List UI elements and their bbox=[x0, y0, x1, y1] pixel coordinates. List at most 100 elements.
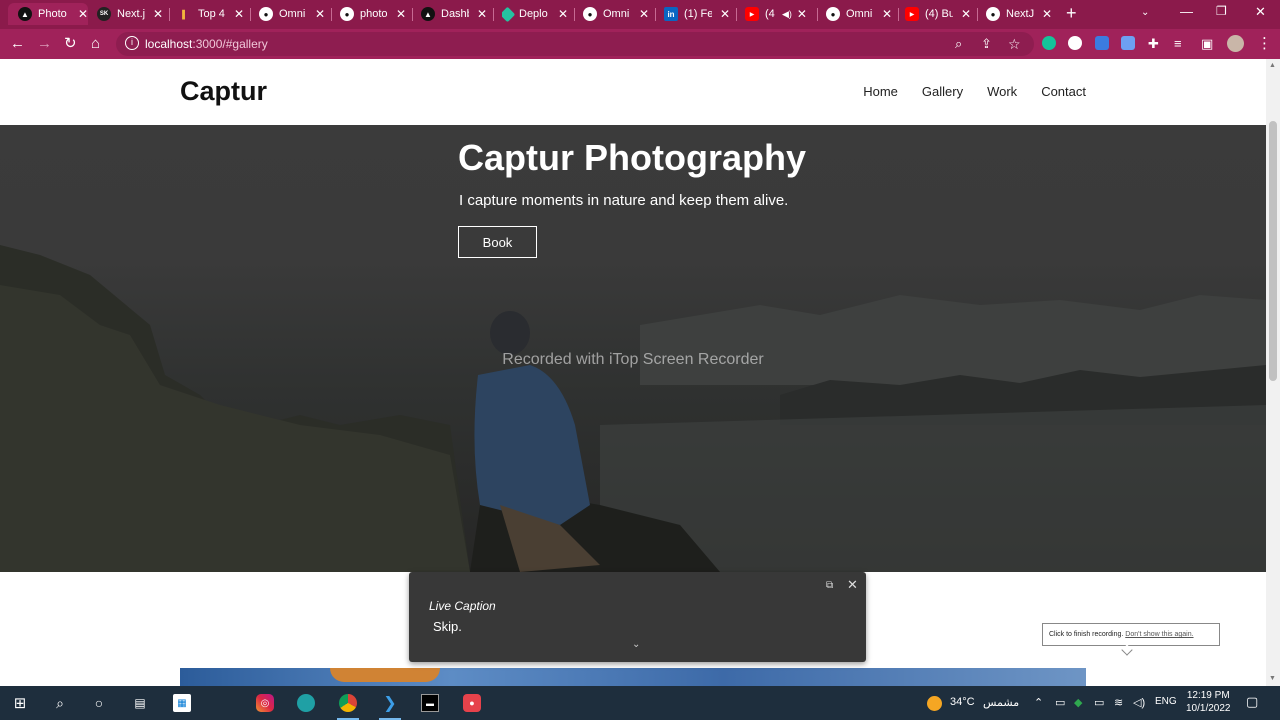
menu-icon[interactable]: ⋮ bbox=[1257, 35, 1272, 53]
chrome-icon[interactable] bbox=[339, 694, 357, 712]
close-tab-icon[interactable]: ✕ bbox=[396, 7, 406, 21]
live-caption-text: Skip. bbox=[433, 619, 462, 634]
book-button[interactable]: Book bbox=[458, 226, 537, 258]
minimize-button[interactable]: — bbox=[1180, 4, 1193, 19]
tab-separator bbox=[412, 8, 413, 21]
reading-list-icon[interactable]: ≡ bbox=[1174, 35, 1182, 53]
close-tab-icon[interactable]: ✕ bbox=[797, 7, 807, 21]
scrollbar-thumb[interactable] bbox=[1269, 121, 1277, 381]
site-navbar: Captur Home Gallery Work Contact bbox=[0, 59, 1266, 125]
avatar[interactable] bbox=[1227, 35, 1244, 52]
bookmark-star-icon[interactable]: ☆ bbox=[1008, 35, 1021, 53]
close-tab-icon[interactable]: ✕ bbox=[477, 7, 487, 21]
back-icon[interactable]: ← bbox=[10, 35, 25, 53]
close-tab-icon[interactable]: ✕ bbox=[315, 7, 325, 21]
vercel-icon: ▲ bbox=[421, 7, 435, 21]
browser-tab[interactable]: ▲ Photo ✕ bbox=[8, 3, 88, 25]
popout-icon[interactable]: ⧉ bbox=[826, 580, 833, 591]
scroll-down-icon[interactable]: ▼ bbox=[1269, 675, 1276, 682]
tray-icon[interactable]: ▭ bbox=[1094, 696, 1104, 709]
close-tab-icon[interactable]: ✕ bbox=[78, 7, 88, 21]
scroll-up-icon[interactable]: ▲ bbox=[1269, 62, 1276, 69]
nav-link-gallery[interactable]: Gallery bbox=[922, 84, 963, 99]
close-tab-icon[interactable]: ✕ bbox=[882, 7, 892, 21]
zoom-icon[interactable]: ⌕ bbox=[955, 35, 962, 53]
nav-link-home[interactable]: Home bbox=[863, 84, 898, 99]
side-panel-icon[interactable]: ▣ bbox=[1201, 35, 1213, 53]
notifications-icon[interactable]: ▢ bbox=[1246, 694, 1258, 710]
tab-separator bbox=[977, 8, 978, 21]
chevron-down-icon[interactable]: ⌄ bbox=[632, 639, 640, 650]
store-icon[interactable]: ▦ bbox=[173, 694, 191, 712]
browser-tab[interactable]: Deplo ✕ bbox=[502, 3, 568, 25]
weather-temperature[interactable]: 34°C bbox=[950, 696, 975, 708]
screen-recorder-icon[interactable]: ● bbox=[463, 694, 481, 712]
address-bar[interactable]: i localhost:3000/#gallery bbox=[116, 32, 1034, 56]
share-icon[interactable]: ⇪ bbox=[981, 35, 992, 53]
search-icon[interactable]: ⌕ bbox=[51, 694, 69, 712]
close-tab-icon[interactable]: ✕ bbox=[153, 7, 163, 21]
chevron-up-icon[interactable]: ⌃ bbox=[1034, 696, 1043, 709]
instagram-icon[interactable]: ◎ bbox=[256, 694, 274, 712]
close-icon[interactable]: ✕ bbox=[847, 577, 858, 593]
close-tab-icon[interactable]: ✕ bbox=[720, 7, 730, 21]
close-tab-icon[interactable]: ✕ bbox=[1042, 7, 1052, 21]
task-view-icon[interactable]: ▤ bbox=[131, 694, 149, 712]
tab-separator bbox=[250, 8, 251, 21]
close-tab-icon[interactable]: ✕ bbox=[961, 7, 971, 21]
home-icon[interactable]: ⌂ bbox=[91, 35, 100, 53]
vscode-icon[interactable]: ❯ bbox=[381, 694, 399, 712]
dont-show-again-link[interactable]: Don't show this again. bbox=[1125, 631, 1193, 638]
hero-section: Captur Photography I capture moments in … bbox=[0, 125, 1266, 572]
extension-icon[interactable] bbox=[1068, 36, 1082, 50]
page-scrollbar[interactable]: ▲ ▼ bbox=[1266, 59, 1280, 686]
gallery-image[interactable] bbox=[180, 668, 1086, 686]
reload-icon[interactable]: ↻ bbox=[64, 35, 77, 53]
new-tab-button[interactable]: + bbox=[1066, 4, 1077, 22]
browser-tab[interactable]: ● Omni ✕ bbox=[826, 3, 892, 25]
puzzle-icon[interactable]: ✚ bbox=[1148, 35, 1159, 53]
network-icon[interactable]: ≋ bbox=[1114, 696, 1123, 709]
edge-icon[interactable] bbox=[297, 694, 315, 712]
language-indicator[interactable]: ENG bbox=[1155, 696, 1177, 707]
browser-tab[interactable]: ▶ (4 ◀) ✕ bbox=[745, 3, 811, 25]
close-tab-icon[interactable]: ✕ bbox=[234, 7, 244, 21]
tray-app-icon[interactable]: ◆ bbox=[1074, 696, 1082, 709]
browser-tab[interactable]: in (1) Fe ✕ bbox=[664, 3, 730, 25]
extension-icon[interactable] bbox=[1095, 36, 1109, 50]
tab-separator bbox=[655, 8, 656, 21]
browser-tab[interactable]: ▶ (4) Bu ✕ bbox=[905, 3, 971, 25]
sk-icon: SK bbox=[97, 7, 111, 21]
weather-description[interactable]: مشمس bbox=[983, 696, 1019, 709]
close-window-button[interactable]: ✕ bbox=[1255, 4, 1266, 20]
close-tab-icon[interactable]: ✕ bbox=[639, 7, 649, 21]
speaker-icon[interactable]: ◀) bbox=[782, 9, 792, 20]
live-caption-panel: ⧉ ✕ Live Caption Skip. ⌄ bbox=[409, 572, 866, 662]
site-logo[interactable]: Captur bbox=[180, 76, 267, 107]
nav-link-contact[interactable]: Contact bbox=[1041, 84, 1086, 99]
extension-icon[interactable] bbox=[1121, 36, 1135, 50]
system-clock[interactable]: 12:19 PM 10/1/2022 bbox=[1186, 689, 1231, 715]
weather-sun-icon[interactable] bbox=[925, 694, 943, 712]
browser-tab[interactable]: ● NextJ ✕ bbox=[986, 3, 1052, 25]
terminal-icon[interactable]: ▬ bbox=[421, 694, 439, 712]
forward-icon[interactable]: → bbox=[37, 35, 52, 53]
maximize-button[interactable]: ❐ bbox=[1216, 4, 1227, 18]
windows-start-icon[interactable]: ⊞ bbox=[11, 694, 29, 712]
site-info-icon[interactable]: i bbox=[125, 36, 139, 50]
close-tab-icon[interactable]: ✕ bbox=[558, 7, 568, 21]
github-icon: ● bbox=[986, 7, 1000, 21]
browser-tab[interactable]: ● Omni ✕ bbox=[583, 3, 649, 25]
browser-tab[interactable]: ● Omni ✕ bbox=[259, 3, 325, 25]
browser-tab[interactable]: SK Next.j ✕ bbox=[97, 3, 163, 25]
cortana-icon[interactable]: ○ bbox=[90, 694, 108, 712]
tab-search-icon[interactable]: ⌄ bbox=[1141, 7, 1149, 18]
nav-link-work[interactable]: Work bbox=[987, 84, 1017, 99]
grammarly-icon[interactable] bbox=[1042, 36, 1056, 50]
url-text[interactable]: localhost:3000/#gallery bbox=[145, 37, 268, 51]
browser-tab[interactable]: ● photo ✕ bbox=[340, 3, 406, 25]
tray-icon[interactable]: ▭ bbox=[1055, 696, 1065, 709]
browser-tab[interactable]: ▌ Top 4 ✕ bbox=[178, 3, 244, 25]
browser-tab[interactable]: ▲ Dashb ✕ bbox=[421, 3, 487, 25]
volume-icon[interactable]: ◁) bbox=[1133, 696, 1145, 709]
